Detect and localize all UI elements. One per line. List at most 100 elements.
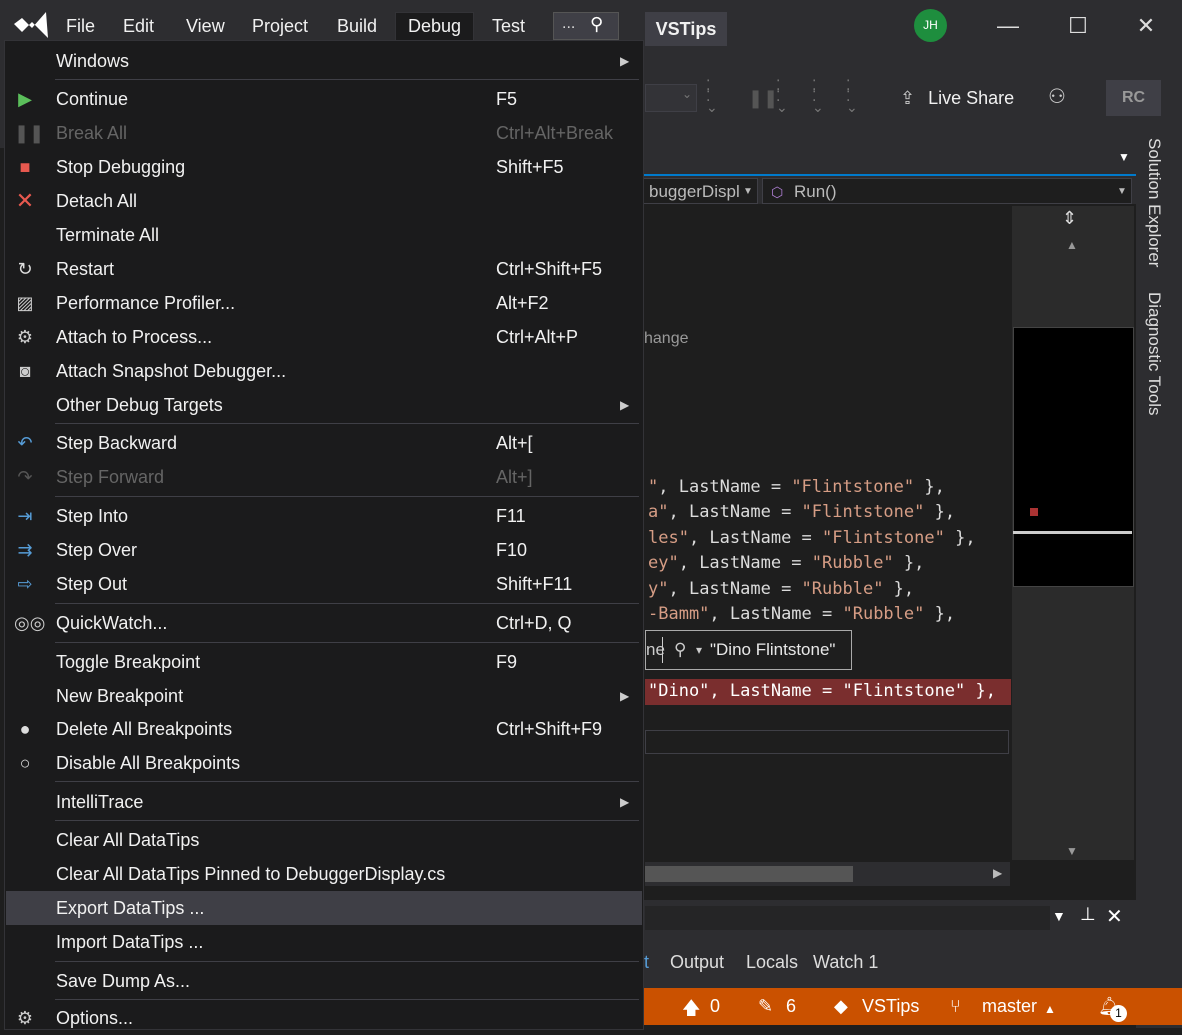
step-forward-icon: ↷ <box>17 467 33 487</box>
menu-item-windows[interactable]: Windows ▶ <box>6 44 642 78</box>
tab-watch-1[interactable]: Watch 1 <box>813 952 878 973</box>
pause-toolbar-icon[interactable]: ❚❚ <box>748 88 778 109</box>
disable-breakpoints-icon: ○ <box>19 753 31 773</box>
menu-item-label: Export DataTips ... <box>56 898 205 918</box>
tab-call-stack[interactable]: t <box>644 952 649 973</box>
play-icon: ▶ <box>18 89 32 109</box>
menu-item-quickwatch[interactable]: ◎◎ QuickWatch... Ctrl+D, Q <box>6 606 642 640</box>
menu-item-intellitrace[interactable]: IntelliTrace ▶ <box>6 785 642 819</box>
menu-item-shortcut: F11 <box>496 506 526 526</box>
menu-item-stop-debugging[interactable]: ■ Stop Debugging Shift+F5 <box>6 150 642 184</box>
menu-item-import-datatips[interactable]: Import DataTips ... <box>6 925 642 959</box>
toolbar-step-icon[interactable]: ⁚ ⁚ ⌄ <box>776 78 788 114</box>
tab-locals[interactable]: Locals <box>746 952 798 973</box>
repo-name[interactable]: VSTips <box>862 996 919 1017</box>
feedback-icon[interactable]: ⚇ <box>1048 84 1066 109</box>
profiler-icon: ▨ <box>16 293 34 313</box>
menu-item-export-datatips[interactable]: Export DataTips ... <box>6 891 642 925</box>
step-out-icon: ⇨ <box>17 574 33 594</box>
chevron-up-icon[interactable]: ▲ <box>1044 1002 1056 1016</box>
chevron-down-icon[interactable]: ▾ <box>696 631 702 669</box>
menu-item-step-into[interactable]: ⇥ Step Into F11 <box>6 499 642 533</box>
menu-item-shortcut: Alt+] <box>496 467 533 487</box>
branch-name[interactable]: master <box>982 996 1037 1017</box>
solution-explorer-tab[interactable]: Solution Explorer <box>1144 138 1164 267</box>
datatip[interactable]: ne ⚲ ▾ "Dino Flintstone" <box>645 630 852 670</box>
menu-item-clear-all-datatips[interactable]: Clear All DataTips <box>6 823 642 857</box>
minimize-icon[interactable]: — <box>988 6 1028 46</box>
toolbar-dropdown[interactable]: ⌄ <box>645 84 697 112</box>
code-line: -Bamm", LastName = "Rubble" }, <box>648 604 956 624</box>
visual-studio-logo-icon[interactable] <box>12 10 50 40</box>
menu-item-label: Toggle Breakpoint <box>56 652 201 672</box>
magnifier-icon[interactable]: ⚲ <box>674 631 686 669</box>
changes-count[interactable]: 6 <box>786 996 796 1017</box>
pin-icon[interactable]: ⊥ <box>1080 904 1096 925</box>
scroll-up-icon[interactable]: ▲ <box>1066 238 1078 252</box>
menu-item-attach-to-process[interactable]: ⚙ Attach to Process... Ctrl+Alt+P <box>6 320 642 354</box>
menu-item-continue[interactable]: ▶ Continue F5 <box>6 82 642 116</box>
tab-output[interactable]: Output <box>670 952 724 973</box>
branch-icon: ⑂ <box>950 996 961 1016</box>
menu-item-other-debug-targets[interactable]: Other Debug Targets ▶ <box>6 388 642 422</box>
menu-item-toggle-breakpoint[interactable]: Toggle Breakpoint F9 <box>6 645 642 679</box>
toolbar-step-icon[interactable]: ⁚ ⁚ ⌄ <box>812 78 824 114</box>
maximize-icon[interactable]: ☐ <box>1058 6 1098 46</box>
scroll-right-icon[interactable]: ▶ <box>993 866 1002 880</box>
menu-item-label: Continue <box>56 89 129 109</box>
menu-item-attach-snapshot-debugger[interactable]: ◙ Attach Snapshot Debugger... <box>6 354 642 388</box>
solution-name-tab[interactable]: VSTips <box>645 12 727 46</box>
menu-item-delete-all-breakpoints[interactable]: ● Delete All Breakpoints Ctrl+Shift+F9 <box>6 712 642 746</box>
search-box[interactable]: ... ⚲ <box>553 12 619 40</box>
tab-overflow-icon[interactable]: ▼ <box>1118 150 1130 164</box>
horizontal-scroll-thumb[interactable] <box>645 866 853 882</box>
code-line: a", LastName = "Flintstone" }, <box>648 502 956 522</box>
panel-menu-icon[interactable]: ▼ <box>1052 908 1066 924</box>
restart-icon: ↻ <box>17 259 33 279</box>
menu-item-terminate-all[interactable]: Terminate All <box>6 218 642 252</box>
menu-item-step-out[interactable]: ⇨ Step Out Shift+F11 <box>6 567 642 601</box>
scroll-down-icon[interactable]: ▼ <box>1066 844 1078 858</box>
gear-icon: ⚙ <box>16 1008 34 1028</box>
code-textbox[interactable] <box>645 730 1009 754</box>
account-button[interactable]: RC <box>1106 80 1161 116</box>
menu-item-performance-profiler[interactable]: ▨ Performance Profiler... Alt+F2 <box>6 286 642 320</box>
gears-icon: ⚙ <box>16 327 34 347</box>
menu-item-shortcut: Ctrl+Alt+P <box>496 327 579 347</box>
submenu-arrow-icon: ▶ <box>620 398 630 412</box>
avatar[interactable]: JH <box>914 9 947 42</box>
menu-item-options[interactable]: ⚙ Options... <box>6 1001 642 1035</box>
live-share-button[interactable]: ⇪ Live Share <box>900 88 1014 109</box>
glasses-icon: ◎◎ <box>14 613 46 633</box>
menu-item-new-breakpoint[interactable]: New Breakpoint ▶ <box>6 679 642 713</box>
panel-close-icon[interactable]: ✕ <box>1106 904 1123 929</box>
menu-item-save-dump-as[interactable]: Save Dump As... <box>6 964 642 998</box>
menu-separator <box>55 820 639 821</box>
menu-item-break-all[interactable]: ❚❚ Break All Ctrl+Alt+Break <box>6 116 642 150</box>
breakpoint-code: "Dino", LastName = "Flintstone" }, <box>648 681 996 701</box>
menu-item-step-forward[interactable]: ↷ Step Forward Alt+] <box>6 460 642 494</box>
menu-item-label: Save Dump As... <box>56 971 191 991</box>
menu-item-step-over[interactable]: ⇉ Step Over F10 <box>6 533 642 567</box>
menu-item-label: Performance Profiler... <box>56 293 236 313</box>
menu-item-clear-pinned-datatips[interactable]: Clear All DataTips Pinned to DebuggerDis… <box>6 857 642 891</box>
menu-item-shortcut: Alt+F2 <box>496 293 549 313</box>
member-dropdown[interactable]: ⬡ Run() ▼ <box>762 178 1132 204</box>
diagnostic-tools-tab[interactable]: Diagnostic Tools <box>1144 292 1164 415</box>
menu-item-label: Step Over <box>56 540 138 560</box>
menu-item-detach-all[interactable]: ✕ Detach All <box>6 184 642 218</box>
datatip-divider <box>662 637 663 663</box>
toolbar-step-icon[interactable]: ⁚ ⁚ ⌄ <box>846 78 858 114</box>
menu-item-restart[interactable]: ↻ Restart Ctrl+Shift+F5 <box>6 252 642 286</box>
split-handle-icon[interactable]: ⇕ <box>1062 208 1077 229</box>
menu-item-shortcut: F9 <box>496 652 518 672</box>
menu-item-disable-all-breakpoints[interactable]: ○ Disable All Breakpoints <box>6 746 642 780</box>
close-icon[interactable]: ✕ <box>1126 6 1166 46</box>
type-dropdown[interactable]: buggerDispl ▼ <box>640 178 758 204</box>
breakpoint-marker <box>1030 508 1038 516</box>
menu-item-shortcut: Alt+[ <box>496 433 533 453</box>
menu-item-step-backward[interactable]: ↶ Step Backward Alt+[ <box>6 426 642 460</box>
toolbar-step-icon[interactable]: ⁚ ⁚ ⌄ <box>706 78 718 114</box>
menu-item-shortcut: Ctrl+D, Q <box>496 613 572 633</box>
unpushed-count[interactable]: 0 <box>710 996 720 1017</box>
